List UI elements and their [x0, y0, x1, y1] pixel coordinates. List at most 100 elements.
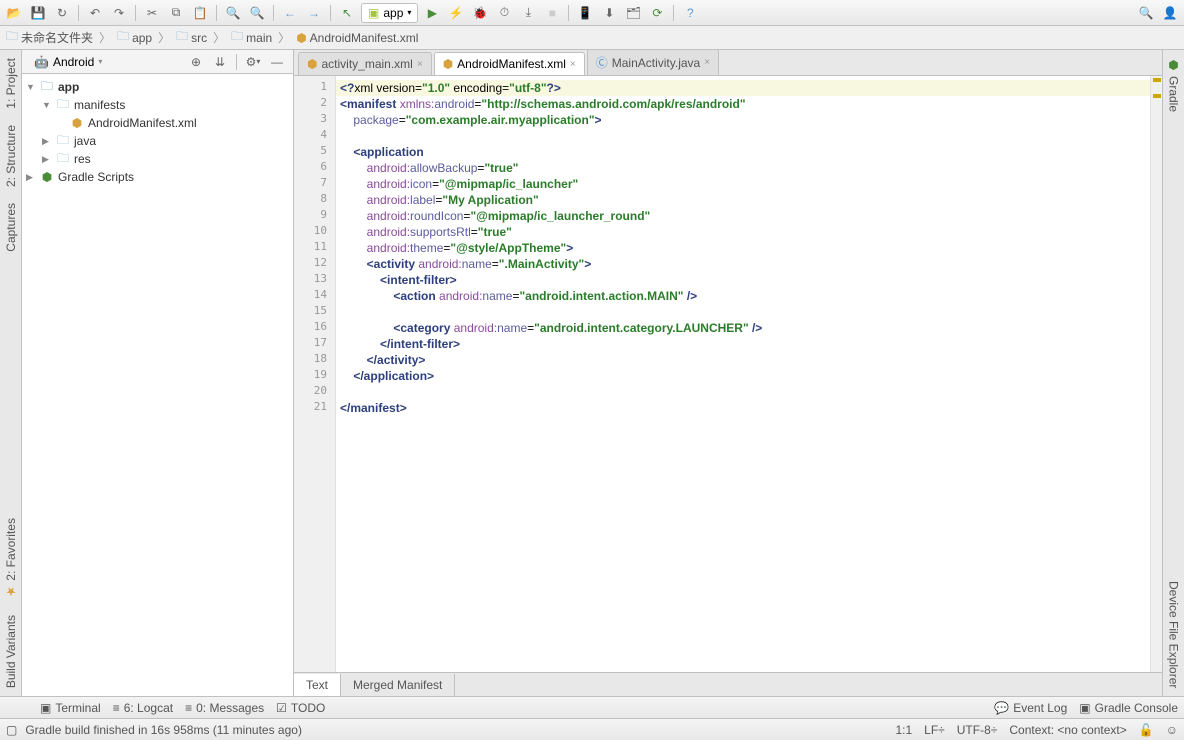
copy-icon[interactable]: ⧉	[166, 3, 186, 23]
sync-icon[interactable]: ↻	[52, 3, 72, 23]
code-line[interactable]: android:theme="@style/AppTheme">	[336, 240, 1150, 256]
run-button[interactable]: ▶	[422, 3, 442, 23]
line-number: 1	[294, 80, 335, 96]
editor-body[interactable]: 123456789101112131415161718192021 <?xml …	[294, 76, 1162, 672]
target-icon[interactable]: ⊕	[186, 52, 206, 72]
tree-gradle-scripts[interactable]: ▶ ⬢ Gradle Scripts	[22, 168, 293, 186]
tab-captures[interactable]: Captures	[2, 195, 20, 260]
forward-icon[interactable]: →	[304, 3, 324, 23]
search-everywhere-icon[interactable]: 🔍	[1136, 3, 1156, 23]
code-line[interactable]: package="com.example.air.myapplication">	[336, 112, 1150, 128]
code-line[interactable]: android:roundIcon="@mipmap/ic_launcher_r…	[336, 208, 1150, 224]
replace-icon[interactable]: 🔍	[247, 3, 267, 23]
tree-file-manifest[interactable]: ⬢ AndroidManifest.xml	[22, 114, 293, 132]
footer-tab-merged[interactable]: Merged Manifest	[341, 674, 455, 696]
tree-root[interactable]: ▼ 🗀 app	[22, 78, 293, 96]
breadcrumb-item[interactable]: 🗀未命名文件夹	[2, 25, 97, 50]
stop-icon[interactable]: ■	[542, 3, 562, 23]
project-structure-icon[interactable]: 🗂	[623, 3, 643, 23]
status-position[interactable]: 1:1	[895, 723, 912, 737]
collapse-icon[interactable]: ⇊	[210, 52, 230, 72]
marker-bar[interactable]	[1150, 76, 1162, 672]
close-icon[interactable]: ×	[417, 59, 423, 70]
tab-project[interactable]: 1: Project	[2, 50, 20, 117]
undo-icon[interactable]: ↶	[85, 3, 105, 23]
avd-icon[interactable]: 📱	[575, 3, 595, 23]
close-icon[interactable]: ×	[570, 59, 576, 70]
run-config-select[interactable]: ▣ app ▾	[361, 3, 418, 23]
inspector-icon[interactable]: ☺	[1166, 723, 1178, 737]
debug-icon[interactable]: 🐞	[470, 3, 490, 23]
tab-device-explorer[interactable]: Device File Explorer	[1165, 573, 1183, 696]
code-line[interactable]: </application>	[336, 368, 1150, 384]
status-context[interactable]: Context: <no context>	[1009, 723, 1126, 737]
tree-label: java	[74, 134, 96, 148]
code-line[interactable]: android:label="My Application"	[336, 192, 1150, 208]
breadcrumb-item[interactable]: ⬢AndroidManifest.xml	[292, 29, 422, 47]
code-line[interactable]: android:icon="@mipmap/ic_launcher"	[336, 176, 1150, 192]
tree-folder-java[interactable]: ▶ 🗀 java	[22, 132, 293, 150]
sdk-icon[interactable]: ⬇	[599, 3, 619, 23]
breadcrumb-item[interactable]: 🗀main	[227, 25, 276, 50]
paste-icon[interactable]: 📋	[190, 3, 210, 23]
sync-gradle-icon[interactable]: ⟳	[647, 3, 667, 23]
breadcrumb-item[interactable]: 🗀app	[113, 25, 156, 50]
tab-gradle-console[interactable]: ▣Gradle Console	[1079, 701, 1178, 715]
redo-icon[interactable]: ↷	[109, 3, 129, 23]
tab-todo[interactable]: ☑TODO	[276, 701, 325, 715]
make-icon[interactable]: ↖	[337, 3, 357, 23]
tab-gradle[interactable]: ⬢Gradle	[1165, 50, 1183, 120]
project-view-select[interactable]: 🤖 Android ▾	[28, 53, 108, 71]
code-editor[interactable]: <?xml version="1.0" encoding="utf-8"?><m…	[336, 76, 1150, 672]
tab-favorites[interactable]: ★2: Favorites	[2, 510, 20, 607]
open-icon[interactable]: 📂	[4, 3, 24, 23]
save-icon[interactable]: 💾	[28, 3, 48, 23]
code-line[interactable]	[336, 128, 1150, 144]
line-number: 14	[294, 288, 335, 304]
code-line[interactable]: <intent-filter>	[336, 272, 1150, 288]
code-line[interactable]: </activity>	[336, 352, 1150, 368]
status-toggle-icon[interactable]: ▢	[6, 723, 17, 737]
code-line[interactable]	[336, 304, 1150, 320]
code-line[interactable]: </manifest>	[336, 400, 1150, 416]
attach-icon[interactable]: ⤓	[518, 3, 538, 23]
code-line[interactable]: </intent-filter>	[336, 336, 1150, 352]
tree-folder-res[interactable]: ▶ 🗀 res	[22, 150, 293, 168]
apply-changes-icon[interactable]: ⚡	[446, 3, 466, 23]
user-icon[interactable]: 👤	[1160, 3, 1180, 23]
code-line[interactable]: android:allowBackup="true"	[336, 160, 1150, 176]
code-line[interactable]: <category android:name="android.intent.c…	[336, 320, 1150, 336]
code-line[interactable]: <activity android:name=".MainActivity">	[336, 256, 1150, 272]
tab-manifest[interactable]: ⬢ AndroidManifest.xml ×	[434, 52, 585, 75]
lock-icon[interactable]: 🔓	[1139, 723, 1154, 737]
footer-tab-text[interactable]: Text	[294, 674, 341, 696]
breadcrumb-item[interactable]: 🗀src	[172, 25, 211, 50]
tab-messages[interactable]: ≡0: Messages	[185, 701, 264, 715]
tab-activity-main[interactable]: ⬢ activity_main.xml ×	[298, 52, 432, 75]
tab-event-log[interactable]: 💬Event Log	[994, 701, 1067, 715]
tab-logcat[interactable]: ≡6: Logcat	[113, 701, 173, 715]
status-line-sep[interactable]: LF÷	[924, 723, 945, 737]
back-icon[interactable]: ←	[280, 3, 300, 23]
tab-build-variants[interactable]: Build Variants	[2, 607, 20, 696]
code-line[interactable]: <application	[336, 144, 1150, 160]
status-encoding[interactable]: UTF-8÷	[957, 723, 998, 737]
code-line[interactable]: <manifest xmlns:android="http://schemas.…	[336, 96, 1150, 112]
code-line[interactable]	[336, 384, 1150, 400]
code-line[interactable]: <?xml version="1.0" encoding="utf-8"?>	[336, 80, 1150, 96]
chevron-right-icon: 〉	[278, 29, 290, 46]
cut-icon[interactable]: ✂	[142, 3, 162, 23]
code-line[interactable]: <action android:name="android.intent.act…	[336, 288, 1150, 304]
tab-terminal[interactable]: ▣Terminal	[40, 701, 101, 715]
profile-icon[interactable]: ⏱	[494, 3, 514, 23]
code-line[interactable]: android:supportsRtl="true"	[336, 224, 1150, 240]
hide-icon[interactable]: —	[267, 52, 287, 72]
help-icon[interactable]: ?	[680, 3, 700, 23]
tab-structure[interactable]: 2: Structure	[2, 117, 20, 195]
tab-mainactivity[interactable]: Ⓒ MainActivity.java ×	[587, 49, 719, 75]
find-icon[interactable]: 🔍	[223, 3, 243, 23]
gear-icon[interactable]: ⚙▾	[243, 52, 263, 72]
status-bar: ▢ Gradle build finished in 16s 958ms (11…	[0, 718, 1184, 740]
close-icon[interactable]: ×	[704, 57, 710, 68]
tree-folder-manifests[interactable]: ▼ 🗀 manifests	[22, 96, 293, 114]
